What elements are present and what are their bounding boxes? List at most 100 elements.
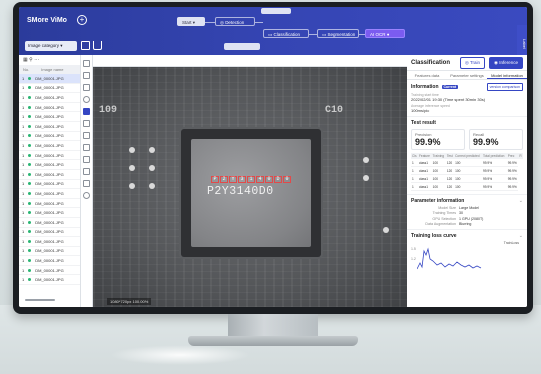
list-item-name: DM_00001.JPG [35, 152, 64, 158]
ellipse-tool-icon[interactable] [83, 96, 90, 103]
select-tool-icon[interactable] [83, 108, 90, 115]
panel-tabs: Features data Parameter settings Model i… [407, 71, 527, 80]
list-item-name: DM_00001.JPG [35, 219, 64, 225]
status-dot-icon [28, 115, 32, 119]
table-row[interactable]: 1 class1 100 120 100 99.9% 99.9% [411, 174, 523, 183]
list-item[interactable]: 1 DM_00001.JPG [19, 237, 80, 247]
export-icon[interactable] [93, 41, 102, 50]
list-item-no: 1 [22, 104, 25, 110]
flow-node-classification[interactable]: ▭ Classification [263, 29, 309, 38]
table-row[interactable]: 1 class1 100 120 100 99.9% 99.9% [411, 182, 523, 191]
list-item[interactable]: 1 DM_00001.JPG [19, 266, 80, 276]
ocr-char-box[interactable]: 0 [283, 176, 291, 183]
list-item[interactable]: 1 DM_00001.JPG [19, 247, 80, 257]
table-cell: 99.9% [482, 159, 507, 167]
col-image-name: Image name [41, 67, 64, 72]
list-item[interactable]: 1 DM_00001.JPG [19, 218, 80, 228]
pointer-tool-icon[interactable] [83, 60, 90, 67]
polygon-tool-icon[interactable] [83, 84, 90, 91]
status-dot-icon [28, 230, 32, 234]
list-item[interactable]: 1 DM_00001.JPG [19, 74, 80, 84]
zoom-in-tool-icon[interactable] [83, 180, 90, 187]
table-row[interactable]: 1 class1 100 120 100 99.9% 99.9% [411, 166, 523, 175]
table-cell: 1 [411, 159, 418, 167]
ocr-char-box[interactable]: D [274, 176, 282, 183]
list-item[interactable]: 1 DM_00001.JPG [19, 180, 80, 190]
parameter-value: Large Model [459, 205, 479, 210]
list-item[interactable]: 1 DM_00001.JPG [19, 112, 80, 122]
list-item[interactable]: 1 DM_00001.JPG [19, 170, 80, 180]
solder-pad [149, 147, 155, 153]
zoom-out-tool-icon[interactable] [83, 192, 90, 199]
table-cell: class1 [417, 166, 432, 175]
list-item[interactable]: 1 DM_00001.JPG [19, 208, 80, 218]
ocr-char-box[interactable]: Y [229, 176, 237, 183]
grid-view-icon[interactable]: ▦ [23, 57, 28, 63]
scene: SMore ViMo + Image category ▾ Start ▾ ◎ … [0, 0, 541, 374]
board-silkscreen-right: C10 [325, 105, 344, 116]
list-item-no: 1 [22, 258, 25, 264]
ocr-char-box[interactable]: 4 [256, 176, 264, 183]
list-item-name: DM_00001.JPG [35, 248, 64, 254]
flow-node-ai-ocr[interactable]: AI OCR ● [365, 29, 405, 38]
list-item[interactable]: 1 DM_00001.JPG [19, 103, 80, 113]
list-item[interactable]: 1 DM_00001.JPG [19, 228, 80, 238]
grid-icon[interactable] [81, 41, 90, 50]
ocr-char-box[interactable]: P [211, 176, 219, 183]
train-button[interactable]: ◎ Train [459, 56, 486, 69]
rectangle-tool-icon[interactable] [83, 72, 90, 79]
tab-features-data[interactable]: Features data [407, 71, 447, 79]
more-icon[interactable]: ··· [34, 57, 39, 63]
image-viewport[interactable]: 109 C10 P 2 Y 3 1 4 0 D 0 P2Y3140D0 1080… [93, 67, 407, 307]
magic-tool-icon[interactable] [83, 156, 90, 163]
list-item[interactable]: 1 DM_00001.JPG [19, 122, 80, 132]
flow-start-node[interactable]: Start ▾ [177, 17, 205, 26]
flow-node-detection[interactable]: ◎ Detection [215, 17, 255, 26]
inference-button[interactable]: ◉ Inference [489, 56, 523, 69]
line-tool-icon[interactable] [83, 168, 90, 175]
list-item-name: DM_00001.JPG [35, 114, 64, 120]
list-item-name: DM_00001.JPG [35, 190, 64, 196]
table-row[interactable]: 1 class1 100 120 100 99.9% 99.9% [411, 159, 523, 167]
flow-node-segmentation[interactable]: ▭ Segmentation [317, 29, 359, 38]
ocr-char-box[interactable]: 3 [238, 176, 246, 183]
ocr-char-box[interactable]: 0 [265, 176, 273, 183]
ocr-char-box[interactable]: 2 [220, 176, 228, 183]
list-item-name: DM_00001.JPG [35, 258, 64, 264]
add-icon[interactable]: + [77, 15, 87, 25]
parameter-row: Training Times 30 [411, 211, 523, 215]
list-item[interactable]: 1 DM_00001.JPG [19, 93, 80, 103]
image-category-select[interactable]: Image category ▾ [25, 41, 77, 51]
version-comparison-button[interactable]: version comparison [486, 83, 523, 91]
status-dot-icon [28, 86, 32, 90]
tab-parameter-settings[interactable]: Parameter settings [447, 71, 487, 79]
horizontal-scrollbar[interactable] [25, 299, 55, 301]
ocr-char-box[interactable]: 1 [247, 176, 255, 183]
list-item[interactable]: 1 DM_00001.JPG [19, 151, 80, 161]
eraser-tool-icon[interactable] [83, 144, 90, 151]
chevron-down-icon[interactable]: ⌄ [519, 233, 523, 239]
list-item[interactable]: 1 DM_00001.JPG [19, 256, 80, 266]
list-item[interactable]: 1 DM_00001.JPG [19, 132, 80, 142]
list-item-name: DM_00001.JPG [35, 171, 64, 177]
label-side-tab[interactable]: Label [517, 25, 527, 59]
status-dot-icon [28, 278, 32, 282]
parameter-key: Data Augmentation [425, 222, 456, 226]
status-dot-icon [28, 163, 32, 167]
filter-icon[interactable]: ⚲ [29, 57, 33, 63]
training-start-value: 2022/02/01 19:30 (Time spent 30min 30s) [411, 97, 486, 102]
list-item[interactable]: 1 DM_00001.JPG [19, 84, 80, 94]
results-body: 1 class1 100 120 100 99.9% 99.9% 1 class1 100 120 1… [411, 159, 523, 191]
move-tool-icon[interactable] [83, 120, 90, 127]
list-item[interactable]: 1 DM_00001.JPG [19, 199, 80, 209]
table-cell: 1 [411, 174, 418, 183]
list-item[interactable]: 1 DM_00001.JPG [19, 141, 80, 151]
brush-tool-icon[interactable] [83, 132, 90, 139]
list-item[interactable]: 1 DM_00001.JPG [19, 189, 80, 199]
list-item[interactable]: 1 DM_00001.JPG [19, 275, 80, 286]
parameter-title: Parameter information [411, 198, 465, 204]
list-item[interactable]: 1 DM_00001.JPG [19, 160, 80, 170]
parameter-row: Data Augmentation Blurring [411, 222, 523, 226]
tab-model-information[interactable]: Model information [487, 71, 527, 79]
chevron-down-icon[interactable]: ⌄ [519, 198, 523, 204]
